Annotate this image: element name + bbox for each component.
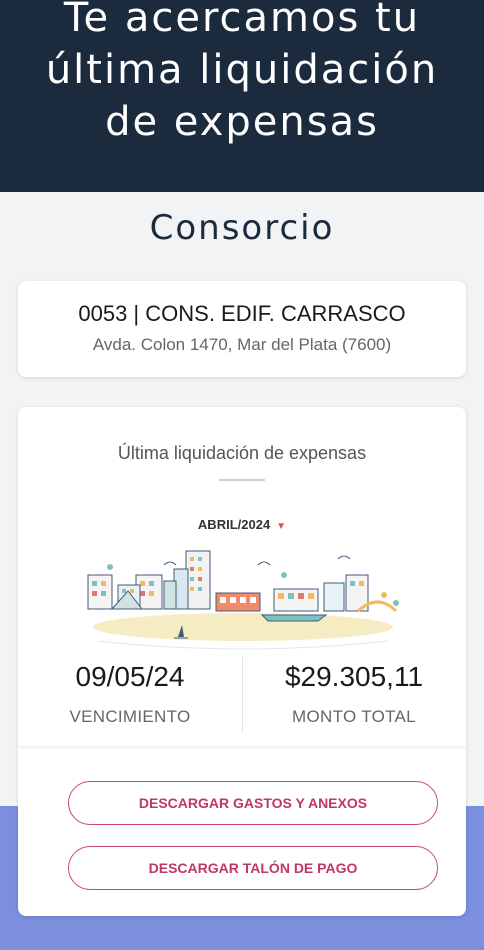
card-separator xyxy=(18,746,466,750)
consorcio-address: Avda. Colon 1470, Mar del Plata (7600) xyxy=(92,335,392,354)
total-amount-value: $29.305,11 xyxy=(284,661,424,692)
caret-down-icon: ▼ xyxy=(276,521,287,532)
due-date-label: VENCIMIENTO xyxy=(69,707,191,726)
period-label: ABRIL/2024 xyxy=(197,517,271,532)
liquidacion-heading: Última liquidación de expensas xyxy=(117,443,367,463)
total-amount-stat: $29.305,11 MONTO TOTAL xyxy=(242,655,466,727)
due-date-stat: 09/05/24 VENCIMIENTO xyxy=(18,655,242,727)
hero-title-line-2: última liquidación xyxy=(45,47,439,93)
section-title: Consorcio xyxy=(149,208,335,248)
due-date-value: 09/05/24 xyxy=(75,661,185,692)
consorcio-name: 0053 | CONS. EDIF. CARRASCO xyxy=(78,301,406,326)
download-expenses-button[interactable]: DESCARGAR GASTOS Y ANEXOS xyxy=(68,781,438,825)
heading-underline xyxy=(219,479,265,481)
total-amount-label: MONTO TOTAL xyxy=(292,707,416,726)
hero-title-line-3: de expensas xyxy=(105,99,379,145)
liquidacion-card: Última liquidación de expensas ABRIL/202… xyxy=(18,407,466,916)
hero-title: Te acercamos tu última liquidación de ex… xyxy=(0,0,484,148)
city-skyline-illustration xyxy=(87,550,399,650)
download-payment-slip-button[interactable]: DESCARGAR TALÓN DE PAGO xyxy=(68,846,438,890)
hero-title-line-1: Te acercamos tu xyxy=(63,0,421,41)
hero-banner: Te acercamos tu última liquidación de ex… xyxy=(0,0,484,192)
consorcio-card[interactable]: 0053 | CONS. EDIF. CARRASCO Avda. Colon … xyxy=(18,281,466,377)
period-selector[interactable]: ABRIL/2024 ▼ xyxy=(18,517,466,532)
page: Te acercamos tu última liquidación de ex… xyxy=(0,0,484,950)
